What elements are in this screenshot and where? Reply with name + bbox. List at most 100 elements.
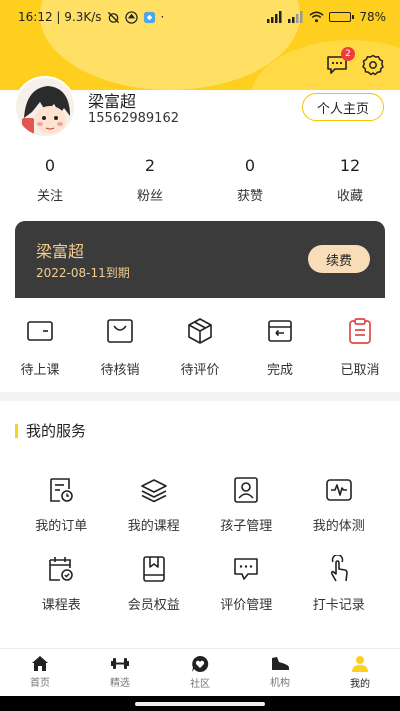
service-my-orders[interactable]: 我的订单 <box>15 475 108 534</box>
wallet-icon <box>27 321 53 341</box>
stat-value: 12 <box>339 156 361 175</box>
gear-icon <box>362 54 384 76</box>
service-child-management[interactable]: 孩子管理 <box>200 475 293 534</box>
avatar[interactable] <box>14 76 76 138</box>
bottom-tab-bar: 首页 精选 社区 机构 我的 <box>0 648 400 696</box>
order-clock-icon <box>50 478 74 502</box>
system-nav-bar <box>0 696 400 711</box>
services-section-title: 我的服务 <box>15 420 86 441</box>
comment-icon <box>234 558 259 580</box>
status-left: 16:12 | 9.3K/s · <box>18 10 164 24</box>
battery-icon <box>329 12 355 22</box>
signal-icon <box>267 11 282 23</box>
stat-value: 0 <box>44 156 56 175</box>
status-time-speed: 16:12 | 9.3K/s <box>18 10 102 24</box>
stat-likes[interactable]: 0 获赞 <box>200 156 300 204</box>
vip-name: 梁富超 <box>36 242 85 261</box>
tab-mine[interactable]: 我的 <box>320 649 400 696</box>
alarm-off-icon <box>107 11 119 23</box>
user-name: 梁富超 <box>88 92 137 111</box>
service-label: 课程表 <box>41 598 81 613</box>
service-label: 评价管理 <box>220 598 273 613</box>
title-accent-bar <box>15 423 18 438</box>
order-pending-verify[interactable]: 待核销 <box>80 316 160 378</box>
services-grid: 我的订单 我的课程 孩子管理 我的体测 课程表 会员权益 评价管理 打卡记录 <box>15 475 385 613</box>
tab-label: 首页 <box>30 678 50 689</box>
order-label: 待上课 <box>20 363 60 378</box>
service-my-courses[interactable]: 我的课程 <box>108 475 201 534</box>
service-label: 孩子管理 <box>220 519 273 534</box>
user-phone: 15562989162 <box>88 111 179 126</box>
service-review-management[interactable]: 评价管理 <box>200 554 293 613</box>
service-my-fitness-test[interactable]: 我的体测 <box>293 475 386 534</box>
service-label: 我的订单 <box>35 519 88 534</box>
person-card-icon <box>234 477 259 503</box>
service-label: 会员权益 <box>127 598 180 613</box>
tab-home[interactable]: 首页 <box>0 649 80 696</box>
vip-expire-date: 2022-08-11到期 <box>36 266 130 280</box>
stat-label: 粉丝 <box>136 189 163 204</box>
bookmark-box-icon <box>142 556 165 582</box>
status-right: 78% <box>267 10 386 24</box>
shoe-icon <box>272 657 289 670</box>
tab-institution[interactable]: 机构 <box>240 649 320 696</box>
settings-button[interactable] <box>360 52 386 78</box>
avatar-illustration <box>16 78 74 136</box>
renew-button[interactable]: 续费 <box>308 245 370 273</box>
header-actions: 2 <box>324 47 386 78</box>
message-button[interactable]: 2 <box>324 47 355 78</box>
section-divider <box>0 392 400 401</box>
status-dot-icon: · <box>160 10 165 24</box>
order-label: 已取消 <box>340 363 380 378</box>
signal-icon <box>288 11 303 23</box>
tab-featured[interactable]: 精选 <box>80 649 160 696</box>
wifi-icon <box>309 11 324 23</box>
box-icon <box>188 318 212 344</box>
order-pending-class[interactable]: 待上课 <box>0 316 80 378</box>
tap-hand-icon <box>330 555 348 582</box>
dumbbell-icon <box>111 658 129 669</box>
stat-label: 收藏 <box>336 189 363 204</box>
tab-label: 我的 <box>350 679 370 690</box>
tab-label: 机构 <box>270 678 290 689</box>
stat-fans[interactable]: 2 粉丝 <box>100 156 200 204</box>
service-member-benefits[interactable]: 会员权益 <box>108 554 201 613</box>
order-status-row: 待上课 待核销 待评价 完成 已取消 <box>0 316 400 378</box>
heart-bubble-icon <box>192 655 209 672</box>
app-notification-icon <box>143 11 155 23</box>
battery-text: 78% <box>359 10 386 24</box>
stat-label: 获赞 <box>236 189 263 204</box>
message-badge: 2 <box>341 47 355 61</box>
calendar-check-icon <box>49 557 74 581</box>
personal-home-button[interactable]: 个人主页 <box>302 93 384 121</box>
user-icon <box>352 656 368 672</box>
tab-label: 社区 <box>190 679 210 690</box>
order-completed[interactable]: 完成 <box>240 316 320 378</box>
order-label: 完成 <box>266 363 293 378</box>
service-label: 打卡记录 <box>312 598 365 613</box>
stat-label: 关注 <box>36 189 63 204</box>
tab-community[interactable]: 社区 <box>160 649 240 696</box>
vip-card[interactable]: 梁富超 2022-08-11到期 续费 <box>15 221 385 298</box>
bag-icon <box>107 319 133 343</box>
tab-label: 精选 <box>110 678 130 689</box>
order-label: 待评价 <box>180 363 220 378</box>
layers-icon <box>140 479 167 503</box>
home-icon <box>32 656 48 671</box>
services-title-text: 我的服务 <box>26 422 87 440</box>
clipboard-icon <box>349 318 371 344</box>
stat-value: 2 <box>144 156 156 175</box>
stat-favorites[interactable]: 12 收藏 <box>300 156 400 204</box>
status-bar: 16:12 | 9.3K/s · 78% <box>0 0 400 34</box>
stat-value: 0 <box>244 156 256 175</box>
service-label: 我的课程 <box>127 519 180 534</box>
service-label: 我的体测 <box>312 519 365 534</box>
order-pending-review[interactable]: 待评价 <box>160 316 240 378</box>
order-cancelled[interactable]: 已取消 <box>320 316 400 378</box>
return-icon <box>268 320 292 342</box>
pulse-icon <box>325 479 352 501</box>
service-schedule[interactable]: 课程表 <box>15 554 108 613</box>
home-indicator[interactable] <box>135 701 265 706</box>
stat-following[interactable]: 0 关注 <box>0 156 100 204</box>
service-checkin-records[interactable]: 打卡记录 <box>293 554 386 613</box>
